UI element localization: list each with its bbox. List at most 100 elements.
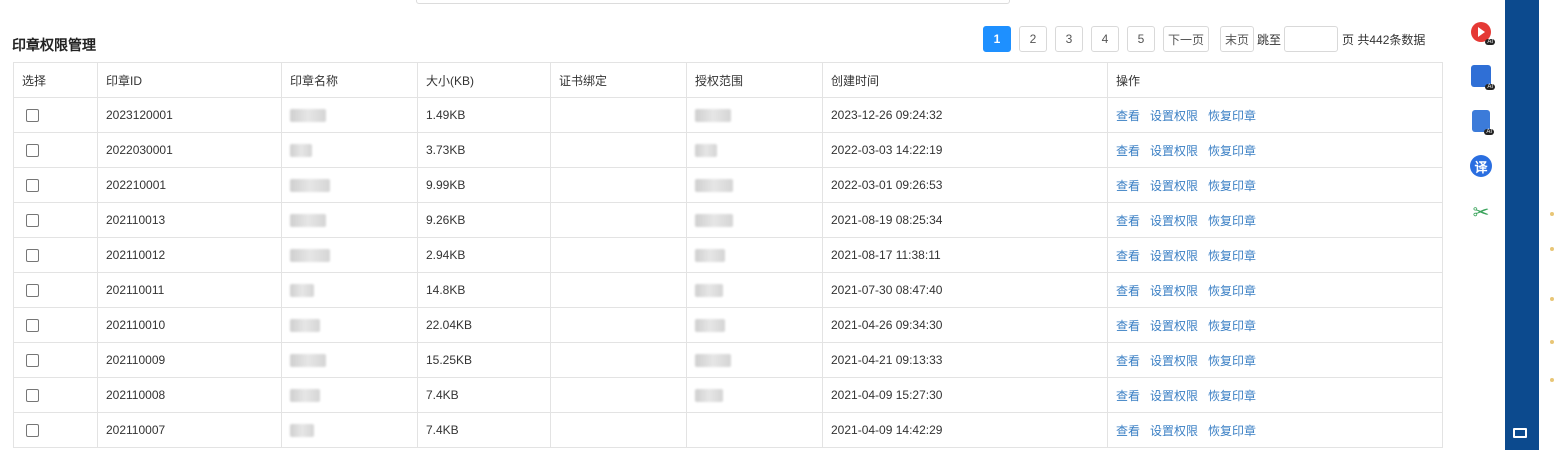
- certificate-cell: [550, 307, 687, 343]
- created-time-cell: 2021-08-19 08:25:34: [822, 202, 1108, 238]
- page-button-2[interactable]: 2: [1019, 26, 1047, 52]
- view-link[interactable]: 查看: [1116, 424, 1140, 438]
- view-link[interactable]: 查看: [1116, 179, 1140, 193]
- ai-note-icon[interactable]: AI: [1471, 65, 1495, 90]
- size-cell: 22.04KB: [417, 307, 551, 343]
- row-checkbox[interactable]: [26, 354, 39, 368]
- row-checkbox[interactable]: [26, 214, 39, 228]
- restore-seal-link[interactable]: 恢复印章: [1208, 389, 1256, 403]
- row-checkbox[interactable]: [26, 319, 39, 333]
- set-permission-link[interactable]: 设置权限: [1150, 179, 1198, 193]
- set-permission-link[interactable]: 设置权限: [1150, 354, 1198, 368]
- set-permission-link[interactable]: 设置权限: [1150, 109, 1198, 123]
- view-link[interactable]: 查看: [1116, 109, 1140, 123]
- row-checkbox[interactable]: [26, 249, 39, 263]
- ai-document-icon[interactable]: AI: [1472, 110, 1494, 135]
- row-checkbox[interactable]: [26, 109, 39, 123]
- table-row: 202110010 22.04KB 2021-04-26 09:34:30 查看 设置权…: [13, 307, 1443, 343]
- page-title: 印章权限管理: [12, 37, 96, 53]
- set-permission-link[interactable]: 设置权限: [1150, 424, 1198, 438]
- created-time-cell: 2021-07-30 08:47:40: [822, 272, 1108, 308]
- page-button-3[interactable]: 3: [1055, 26, 1083, 52]
- view-link[interactable]: 查看: [1116, 214, 1140, 228]
- actions-cell: 查看 设置权限 恢复印章: [1107, 132, 1443, 168]
- restore-seal-link[interactable]: 恢复印章: [1208, 144, 1256, 158]
- scissors-icon[interactable]: ✂: [1469, 200, 1493, 224]
- redacted-seal-name: [290, 179, 330, 193]
- set-permission-link[interactable]: 设置权限: [1150, 214, 1198, 228]
- scope-cell: [686, 307, 823, 343]
- page-button-4[interactable]: 4: [1091, 26, 1119, 52]
- row-checkbox[interactable]: [26, 424, 39, 438]
- table-header-row: 选择 印章ID 印章名称 大小(KB) 证书绑定 授权范围 创建时间 操作: [13, 62, 1443, 98]
- seal-table: 选择 印章ID 印章名称 大小(KB) 证书绑定 授权范围 创建时间 操作 20…: [13, 62, 1443, 448]
- seal-name-cell: [281, 237, 418, 273]
- set-permission-link[interactable]: 设置权限: [1150, 144, 1198, 158]
- view-link[interactable]: 查看: [1116, 319, 1140, 333]
- size-cell: 7.4KB: [417, 412, 551, 448]
- translate-icon[interactable]: 译: [1470, 155, 1492, 177]
- created-time-cell: 2023-12-26 09:24:32: [822, 97, 1108, 133]
- edge-strip: [1539, 0, 1555, 450]
- row-checkbox[interactable]: [26, 144, 39, 158]
- table-row: 202110011 14.8KB 2021-07-30 08:47:40 查看 设置权限…: [13, 272, 1443, 308]
- monitor-icon[interactable]: [1513, 428, 1527, 438]
- redacted-seal-name: [290, 249, 330, 263]
- screen-record-icon[interactable]: AI: [1471, 22, 1495, 45]
- redacted-seal-name: [290, 214, 326, 228]
- row-checkbox[interactable]: [26, 284, 39, 298]
- set-permission-link[interactable]: 设置权限: [1150, 319, 1198, 333]
- certificate-cell: [550, 272, 687, 308]
- actions-cell: 查看 设置权限 恢复印章: [1107, 237, 1443, 273]
- view-link[interactable]: 查看: [1116, 354, 1140, 368]
- created-time-cell: 2022-03-03 14:22:19: [822, 132, 1108, 168]
- scope-cell: [686, 272, 823, 308]
- jump-page-input[interactable]: [1284, 26, 1339, 52]
- row-select-cell: [13, 132, 98, 168]
- seal-name-cell: [281, 272, 418, 308]
- restore-seal-link[interactable]: 恢复印章: [1208, 284, 1256, 298]
- restore-seal-link[interactable]: 恢复印章: [1208, 179, 1256, 193]
- row-select-cell: [13, 97, 98, 133]
- view-link[interactable]: 查看: [1116, 144, 1140, 158]
- restore-seal-link[interactable]: 恢复印章: [1208, 354, 1256, 368]
- seal-name-cell: [281, 377, 418, 413]
- next-page-button[interactable]: 下一页: [1163, 26, 1210, 52]
- row-checkbox[interactable]: [26, 389, 39, 403]
- restore-seal-link[interactable]: 恢复印章: [1208, 109, 1256, 123]
- redacted-seal-name: [290, 424, 314, 438]
- set-permission-link[interactable]: 设置权限: [1150, 389, 1198, 403]
- restore-seal-link[interactable]: 恢复印章: [1208, 249, 1256, 263]
- top-search-input[interactable]: [416, 0, 1010, 4]
- restore-seal-link[interactable]: 恢复印章: [1208, 319, 1256, 333]
- redacted-scope: [695, 109, 731, 123]
- certificate-cell: [550, 377, 687, 413]
- seal-name-cell: [281, 307, 418, 343]
- seal-name-cell: [281, 342, 418, 378]
- page-button-1[interactable]: 1: [983, 26, 1011, 52]
- row-checkbox[interactable]: [26, 179, 39, 193]
- seal-id-cell: 2022030001: [97, 132, 282, 168]
- row-select-cell: [13, 237, 98, 273]
- created-time-cell: 2022-03-01 09:26:53: [822, 167, 1108, 203]
- seal-id-cell: 202110007: [97, 412, 282, 448]
- last-page-button[interactable]: 末页: [1220, 26, 1255, 52]
- scope-cell: [686, 377, 823, 413]
- side-toolbar: AI AI AI 译 ✂: [1466, 22, 1496, 247]
- view-link[interactable]: 查看: [1116, 284, 1140, 298]
- table-row: 202110009 15.25KB 2021-04-21 09:13:33 查看 设置权…: [13, 342, 1443, 378]
- scope-cell: [686, 412, 823, 448]
- restore-seal-link[interactable]: 恢复印章: [1208, 214, 1256, 228]
- set-permission-link[interactable]: 设置权限: [1150, 284, 1198, 298]
- row-select-cell: [13, 307, 98, 343]
- view-link[interactable]: 查看: [1116, 249, 1140, 263]
- size-cell: 15.25KB: [417, 342, 551, 378]
- jump-label: 跳至: [1257, 32, 1282, 47]
- edge-indicator: [1550, 212, 1554, 216]
- page-button-5[interactable]: 5: [1127, 26, 1155, 52]
- row-select-cell: [13, 342, 98, 378]
- set-permission-link[interactable]: 设置权限: [1150, 249, 1198, 263]
- view-link[interactable]: 查看: [1116, 389, 1140, 403]
- restore-seal-link[interactable]: 恢复印章: [1208, 424, 1256, 438]
- seal-name-cell: [281, 167, 418, 203]
